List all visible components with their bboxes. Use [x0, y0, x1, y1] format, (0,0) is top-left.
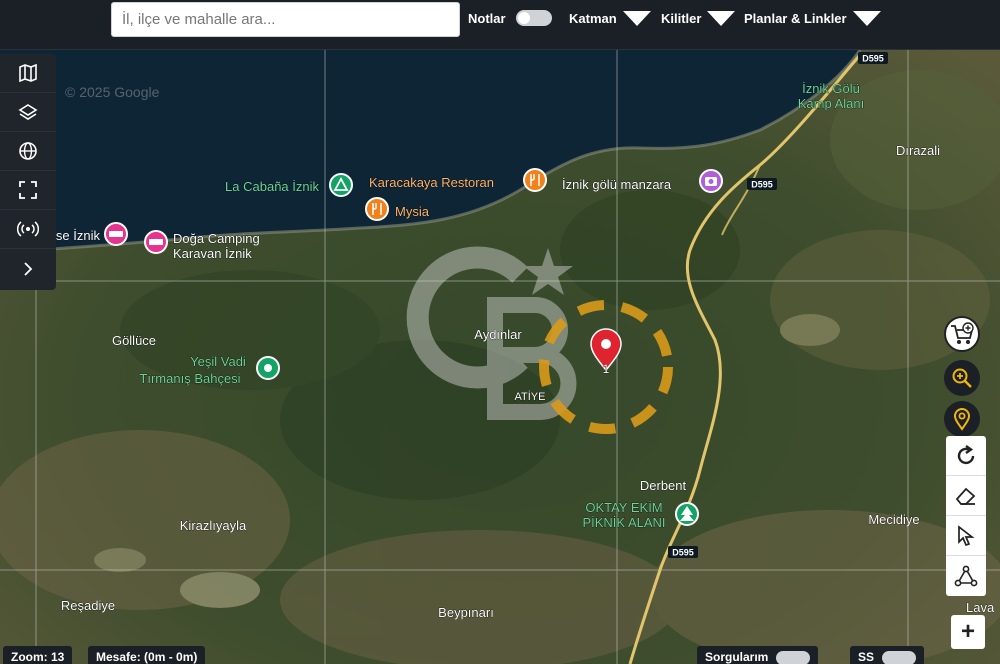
- refresh-button[interactable]: [946, 436, 986, 476]
- place-label: Doğa Camping: [173, 231, 260, 246]
- map-app: D595 D595 D595 © 2025 Google İznik Gölü …: [0, 0, 1000, 664]
- poi-icon-camp[interactable]: [329, 173, 353, 197]
- plans-label: Planlar & Linkler: [744, 10, 847, 26]
- road-shield-label: D595: [862, 54, 884, 64]
- road-shield-label: D595: [672, 548, 694, 558]
- cart-plus-icon: [951, 322, 974, 344]
- distance-readout: Mesafe: (0m - 0m): [88, 646, 206, 664]
- zoom-level: Zoom: 13: [3, 646, 73, 664]
- chevron-down-icon: [707, 10, 736, 26]
- zoom-level-text: Zoom: 13: [11, 650, 65, 664]
- notes-toggle[interactable]: Notlar: [468, 9, 552, 27]
- map-copyright: © 2025 Google: [65, 84, 160, 100]
- place-label: ATİYE: [515, 390, 546, 403]
- search-input[interactable]: [111, 2, 460, 37]
- place-label: Dırazali: [896, 143, 940, 158]
- layers-button[interactable]: [0, 93, 56, 132]
- poi-icon-viewpoint[interactable]: [699, 169, 723, 193]
- plus-icon: +: [960, 618, 975, 645]
- place-label: Yeşil Vadi: [190, 354, 246, 369]
- place-label: İznik gölü manzara: [562, 177, 672, 192]
- layer-dropdown[interactable]: Katman: [569, 9, 651, 27]
- place-label: Lava: [966, 600, 995, 615]
- refresh-icon: [957, 444, 975, 464]
- chevron-down-icon: [622, 10, 651, 26]
- expand-toolbar-button[interactable]: [0, 249, 56, 288]
- location-button[interactable]: [944, 401, 980, 437]
- add-to-cart-button[interactable]: [944, 316, 980, 352]
- place-label: Beypınarı: [438, 605, 494, 620]
- zoom-search-button[interactable]: [944, 360, 980, 396]
- polygon-button[interactable]: [946, 556, 986, 596]
- place-label: Mysia: [395, 204, 430, 219]
- locks-label: Kilitler: [661, 10, 702, 26]
- chevron-down-icon: [852, 10, 881, 26]
- poi-icon-restaurant[interactable]: [523, 168, 547, 192]
- marker-number: 1: [603, 362, 610, 376]
- chevron-right-icon: [24, 261, 33, 276]
- pointer-button[interactable]: [946, 516, 986, 556]
- road-shield: D595: [858, 52, 888, 64]
- globe-icon: [19, 142, 37, 160]
- zoom-in-icon: [952, 368, 972, 388]
- eraser-button[interactable]: [946, 476, 986, 516]
- queries-switch[interactable]: [776, 650, 811, 664]
- left-toolbar: [0, 54, 56, 290]
- place-label: Reşadiye: [61, 598, 115, 613]
- place-label: OKTAY EKİM: [585, 500, 662, 515]
- top-toolbar: Notlar Katman Kilitler Planlar & Linkler: [0, 0, 1000, 50]
- fullscreen-button[interactable]: [0, 171, 56, 210]
- layer-label: Katman: [569, 10, 617, 26]
- place-label: Karacakaya Restoran: [369, 175, 494, 190]
- zoom-in-button[interactable]: +: [951, 615, 985, 649]
- place-label: İznik Gölü: [802, 81, 860, 96]
- ss-toggle[interactable]: SS: [850, 646, 925, 664]
- locks-dropdown[interactable]: Kilitler: [661, 9, 736, 27]
- drawing-tools-panel: [946, 436, 986, 596]
- road-shield: D595: [747, 178, 777, 190]
- place-label: Mecidiye: [868, 512, 919, 527]
- ss-label: SS: [858, 650, 875, 664]
- notes-label: Notlar: [468, 10, 506, 26]
- poi-icon-hotel-house[interactable]: [104, 222, 128, 246]
- layers-icon: [18, 104, 38, 120]
- ss-switch[interactable]: [882, 650, 917, 664]
- plans-dropdown[interactable]: Planlar & Linkler: [744, 9, 881, 27]
- poi-icon-picnic[interactable]: [675, 502, 699, 526]
- poi-icon-restaurant-mysia[interactable]: [365, 197, 389, 221]
- place-label: Derbent: [640, 478, 687, 493]
- place-label: Kirazlıyayla: [180, 518, 247, 533]
- broadcast-button[interactable]: [0, 210, 56, 249]
- pointer-icon: [958, 524, 975, 546]
- eraser-icon: [955, 487, 976, 505]
- place-label: Tırmanış Bahçesi: [139, 371, 240, 386]
- distance-text: Mesafe: (0m - 0m): [96, 650, 198, 664]
- satellite-map[interactable]: D595 D595 D595 © 2025 Google İznik Gölü …: [0, 0, 1000, 664]
- place-label: PİKNİK ALANI: [582, 515, 665, 530]
- road-shield-label: D595: [751, 180, 773, 190]
- polygon-icon: [954, 565, 978, 587]
- road-shield: D595: [668, 546, 698, 558]
- map-view-button[interactable]: [0, 54, 56, 93]
- poi-icon-climbing[interactable]: [256, 356, 280, 380]
- place-label: Göllüce: [112, 333, 156, 348]
- queries-label: Sorgularım: [705, 650, 769, 664]
- notes-switch[interactable]: [515, 10, 552, 26]
- map-icon: [19, 64, 37, 82]
- poi-icon-hotel-camping[interactable]: [144, 230, 168, 254]
- place-label: Karavan İznik: [173, 246, 252, 261]
- place-label: La Cabaña İznik: [225, 179, 319, 194]
- broadcast-icon: [17, 221, 39, 237]
- place-label: Aydınlar: [474, 327, 522, 342]
- fullscreen-icon: [19, 181, 37, 199]
- globe-button[interactable]: [0, 132, 56, 171]
- location-pin-icon: [953, 408, 971, 431]
- queries-toggle[interactable]: Sorgularım: [697, 646, 819, 664]
- place-label: Kamp Alanı: [798, 96, 865, 111]
